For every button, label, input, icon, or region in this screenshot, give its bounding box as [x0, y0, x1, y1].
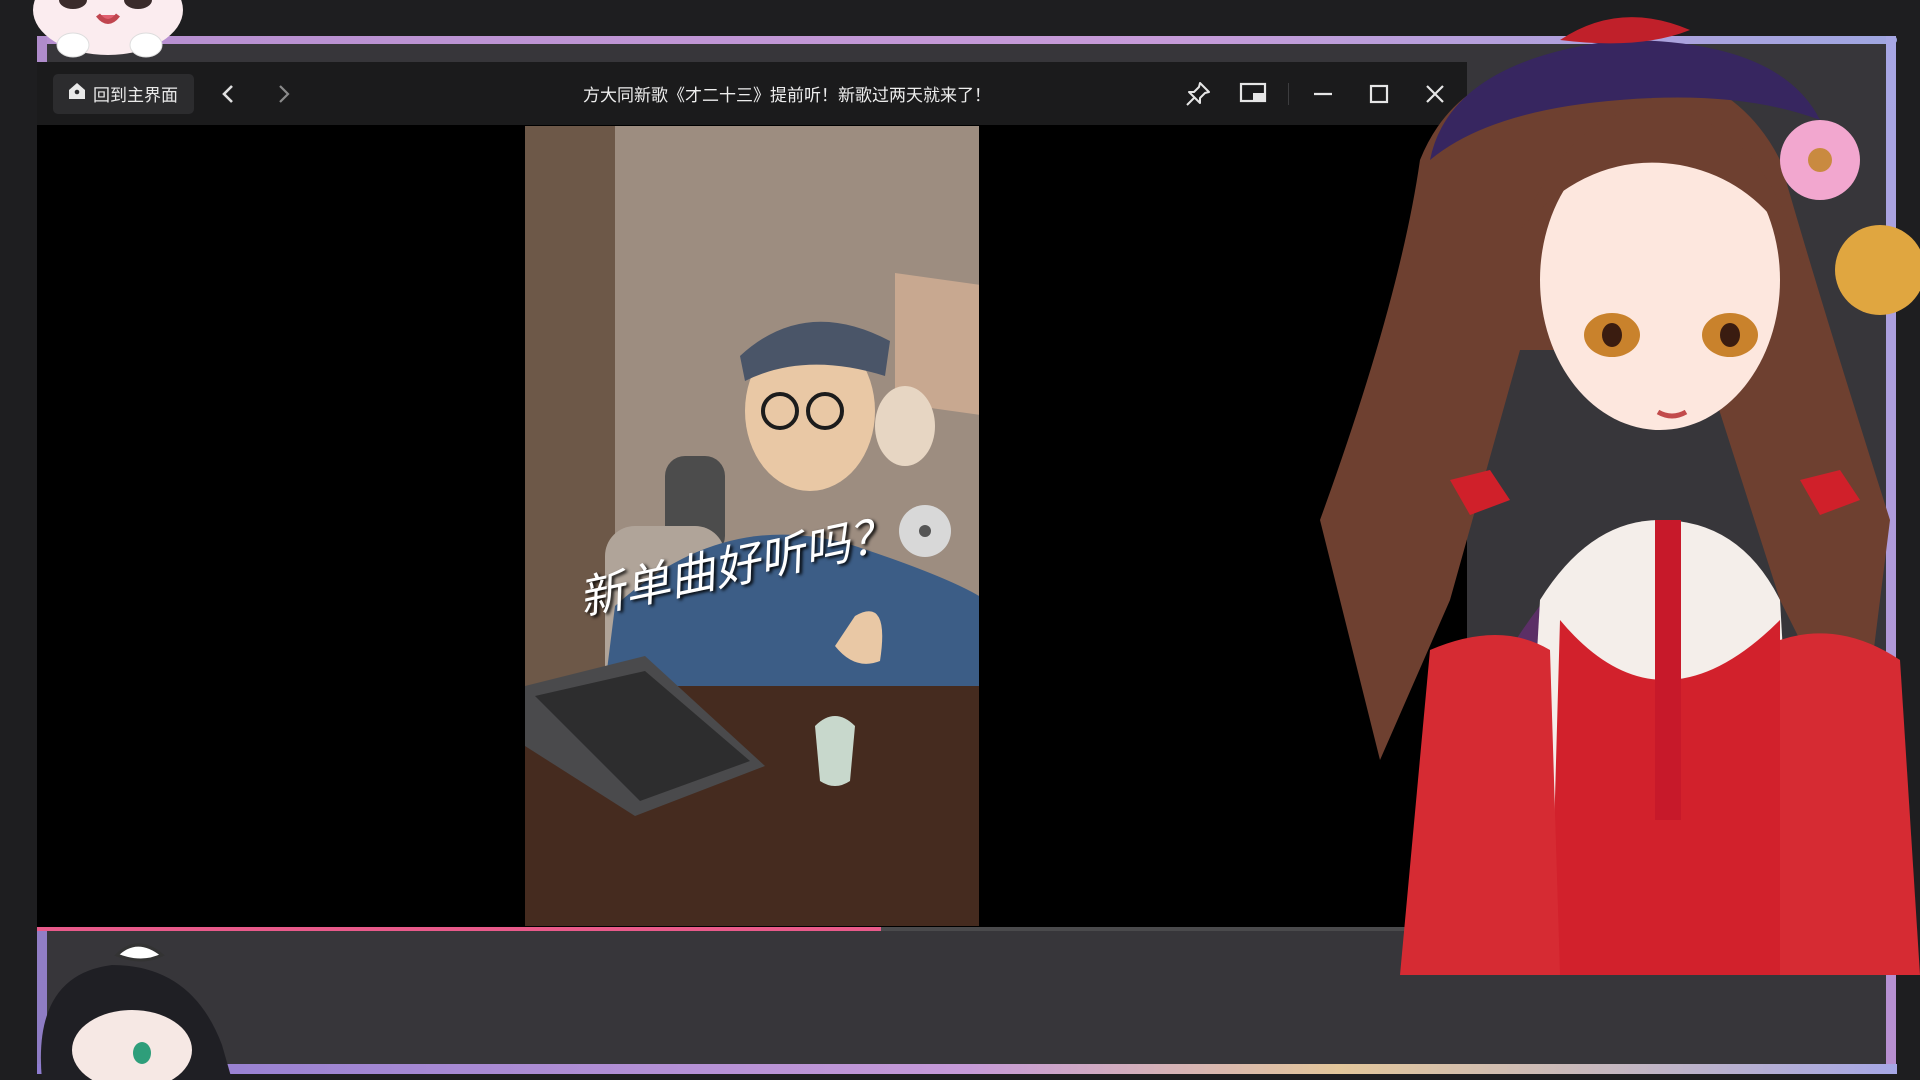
- chevron-right-icon: [279, 84, 290, 103]
- player-titlebar: 回到主界面 方大同新歌《才二十三》提前听！新歌过两天就来了！: [37, 62, 1467, 125]
- forward-button[interactable]: [264, 74, 304, 114]
- mascot-sticker-top: [33, 0, 183, 58]
- home-button-label: 回到主界面: [93, 86, 178, 105]
- pin-icon: [1186, 81, 1210, 106]
- mascot-sticker-bottom: [40, 943, 233, 1080]
- home-icon: [67, 81, 87, 106]
- pin-button[interactable]: [1170, 62, 1226, 125]
- back-button[interactable]: [208, 74, 248, 114]
- chevron-left-icon: [222, 84, 233, 103]
- stream-frame-bottom: [37, 1064, 1897, 1074]
- progress-bar[interactable]: [37, 927, 1467, 931]
- progress-bar-fill: [37, 927, 881, 931]
- home-button[interactable]: 回到主界面: [53, 73, 194, 114]
- vtuber-avatar: [1320, 17, 1920, 975]
